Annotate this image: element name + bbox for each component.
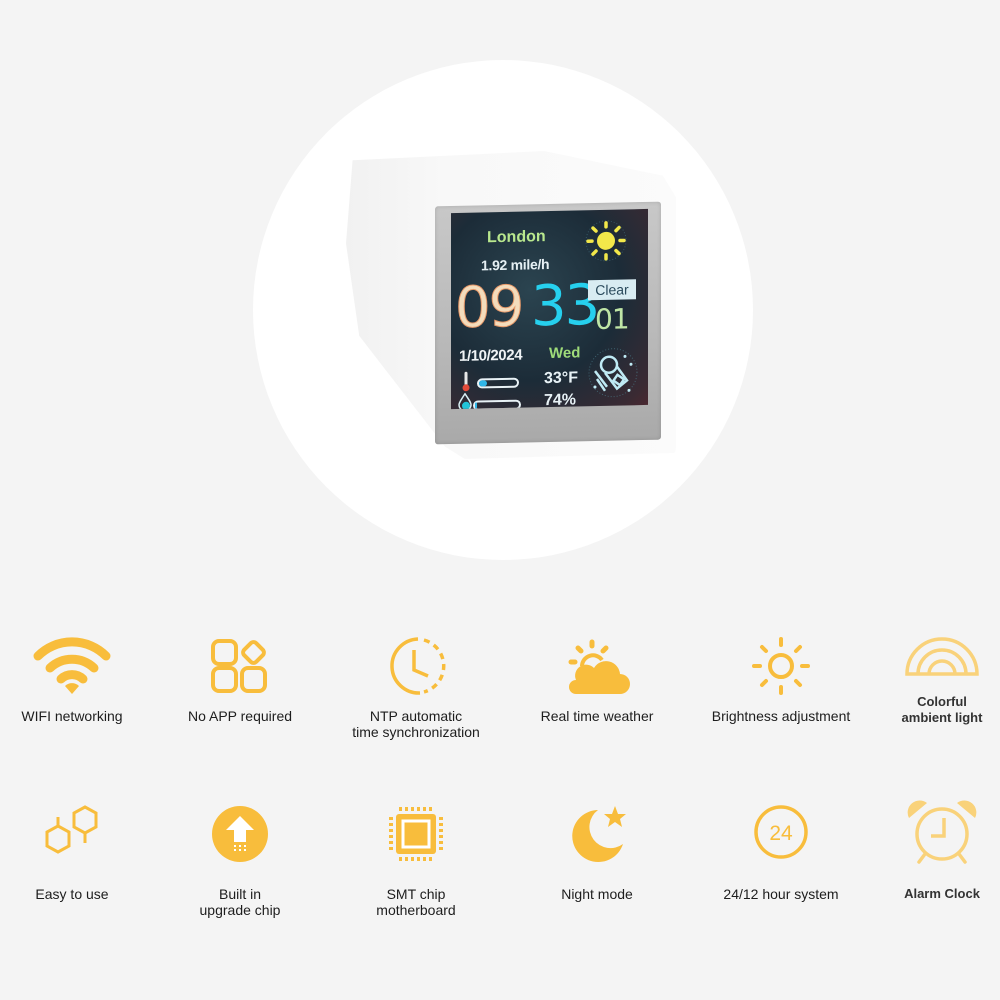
thermometer-icon [462,371,470,392]
upgrade-arrow-icon [212,806,268,862]
temperature-bar-fill [479,380,487,387]
feature-24-12-hour: 24 24/12 hour system [696,804,866,902]
feature-wifi: WIFI networking [0,636,157,724]
feature-label: Easy to use [35,886,109,902]
feature-label: Colorful [917,694,967,709]
screen-temperature: 33°F [544,369,578,388]
feature-label: time synchronization [352,724,480,740]
screen-weekday: Wed [549,344,581,363]
feature-label: Real time weather [540,708,654,724]
feature-label: WIFI networking [21,708,123,724]
feature-label: motherboard [376,902,456,918]
clock-24-icon: 24 [754,805,808,859]
clock-sync-icon [390,637,446,695]
screen-date: 1/10/2024 [459,346,523,365]
feature-label: Brightness adjustment [711,708,851,724]
feature-label: SMT chip [386,886,446,902]
app-grid-icon [211,639,267,693]
feature-brightness: Brightness adjustment [696,636,866,724]
sun-cloud-icon [568,639,630,694]
screen-humidity: 74% [544,391,577,410]
device-screen: London 1.92 mile/h 09 33 Clear 01 1/10/2… [451,208,648,410]
feature-label: ambient light [901,710,983,725]
feature-weather: Real time weather [512,636,682,724]
feature-label: NTP automatic [369,708,463,724]
feature-night-mode: Night mode [512,804,682,902]
feature-ambient-light: Colorful ambient light [857,636,1000,726]
chip-icon [389,807,443,861]
water-drop-icon [458,392,472,410]
sun-icon [585,220,627,262]
temperature-bar [477,377,519,389]
feature-no-app: No APP required [155,636,325,724]
feature-upgrade-chip: Built in upgrade chip [155,804,325,918]
feature-ntp-sync: NTP automatic time synchronization [331,636,501,740]
moon-star-icon [572,806,626,862]
feature-label: Night mode [561,886,633,902]
feature-label: upgrade chip [199,902,281,918]
feature-label: Alarm Clock [904,886,980,901]
rainbow-icon [905,637,979,676]
feature-easy-to-use: Easy to use [0,804,157,902]
screen-city: London [487,228,546,247]
brightness-icon [752,637,810,695]
screen-wind-speed: 1.92 mile/h [481,256,550,274]
clock-24-icon-text: 24 [769,822,793,845]
feature-label: Built in [218,886,262,902]
feature-smt-chip: SMT chip motherboard [331,804,501,918]
feature-label: 24/12 hour system [723,886,839,902]
humidity-bar [473,399,521,410]
feature-label: No APP required [187,708,293,724]
hexagons-icon [45,805,98,854]
screen-condition-badge: Clear [588,279,636,301]
screen-time-seconds: 01 [595,302,629,337]
humidity-bar-fill [475,402,478,409]
wifi-icon [33,637,111,694]
feature-alarm-clock: Alarm Clock [857,798,1000,902]
alarm-clock-icon [907,800,977,864]
screen-time-hours: 09 [455,274,523,341]
astronaut-icon [588,348,638,398]
